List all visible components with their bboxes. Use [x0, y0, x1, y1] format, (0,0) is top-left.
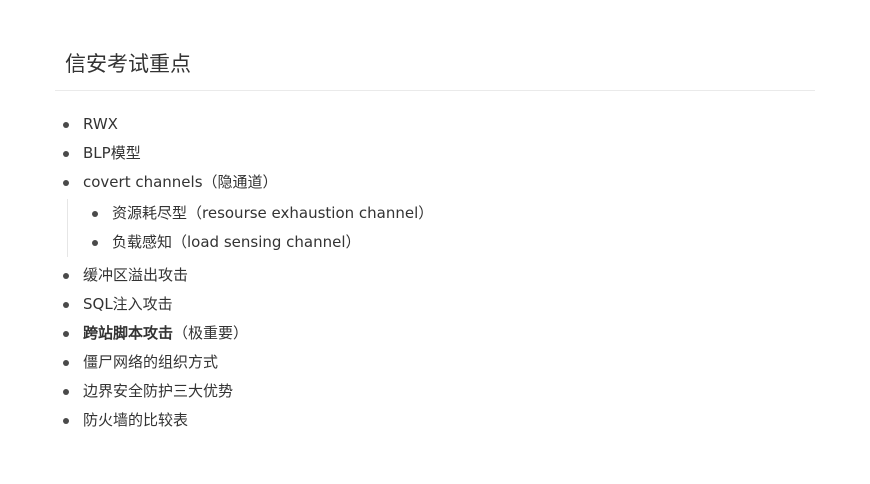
list-item-label: 边界安全防护三大优势	[83, 382, 234, 400]
bullet-icon	[63, 360, 69, 366]
bullet-icon	[92, 211, 98, 217]
list-item-xss: 跨站脚本攻击（极重要）	[55, 319, 815, 348]
bullet-icon	[63, 151, 69, 157]
title-divider	[55, 90, 815, 91]
list-item-label: 僵尸网络的组织方式	[83, 353, 219, 371]
sublist-item-label: 负载感知（load sensing channel）	[112, 233, 361, 251]
list-item-label: 缓冲区溢出攻击	[83, 266, 189, 284]
bullet-icon	[63, 273, 69, 279]
list-item-sql-injection: SQL注入攻击	[55, 290, 815, 319]
list-item-covert-channels: covert channels（隐通道）	[55, 168, 815, 197]
sublist-item-label: 资源耗尽型（resourse exhaustion channel）	[112, 204, 434, 222]
list-item-buffer-overflow: 缓冲区溢出攻击	[55, 261, 815, 290]
bullet-icon	[63, 418, 69, 424]
bullet-icon	[63, 180, 69, 186]
page-title: 信安考试重点	[65, 52, 191, 77]
sublist-container: 资源耗尽型（resourse exhaustion channel） 负载感知（…	[55, 199, 815, 257]
list-item-label: SQL注入攻击	[83, 295, 173, 313]
list-item-rwx: RWX	[55, 110, 815, 139]
sublist-item-resource-exhaustion: 资源耗尽型（resourse exhaustion channel）	[68, 199, 808, 228]
list-item-botnet: 僵尸网络的组织方式	[55, 348, 815, 377]
bullet-icon	[63, 302, 69, 308]
list-item-label: RWX	[83, 115, 118, 133]
list-item-label: 防火墙的比较表	[83, 411, 189, 429]
bullet-icon	[63, 331, 69, 337]
list-item-label: covert channels（隐通道）	[83, 173, 278, 191]
bullet-icon	[63, 389, 69, 395]
list-item-bold-label: 跨站脚本攻击	[83, 324, 174, 342]
list-item-blp-model: BLP模型	[55, 139, 815, 168]
sublist-item-load-sensing: 负载感知（load sensing channel）	[68, 228, 808, 257]
list-item-firewall-comparison: 防火墙的比较表	[55, 406, 815, 435]
bullet-list: RWX BLP模型 covert channels（隐通道） 资源耗尽型（res…	[55, 110, 815, 435]
list-item-note: （极重要）	[173, 324, 249, 342]
bullet-icon	[92, 240, 98, 246]
nested-bullet-list: 资源耗尽型（resourse exhaustion channel） 负载感知（…	[67, 199, 808, 257]
bullet-icon	[63, 122, 69, 128]
list-item-perimeter-security: 边界安全防护三大优势	[55, 377, 815, 406]
list-item-label: BLP模型	[83, 144, 141, 162]
